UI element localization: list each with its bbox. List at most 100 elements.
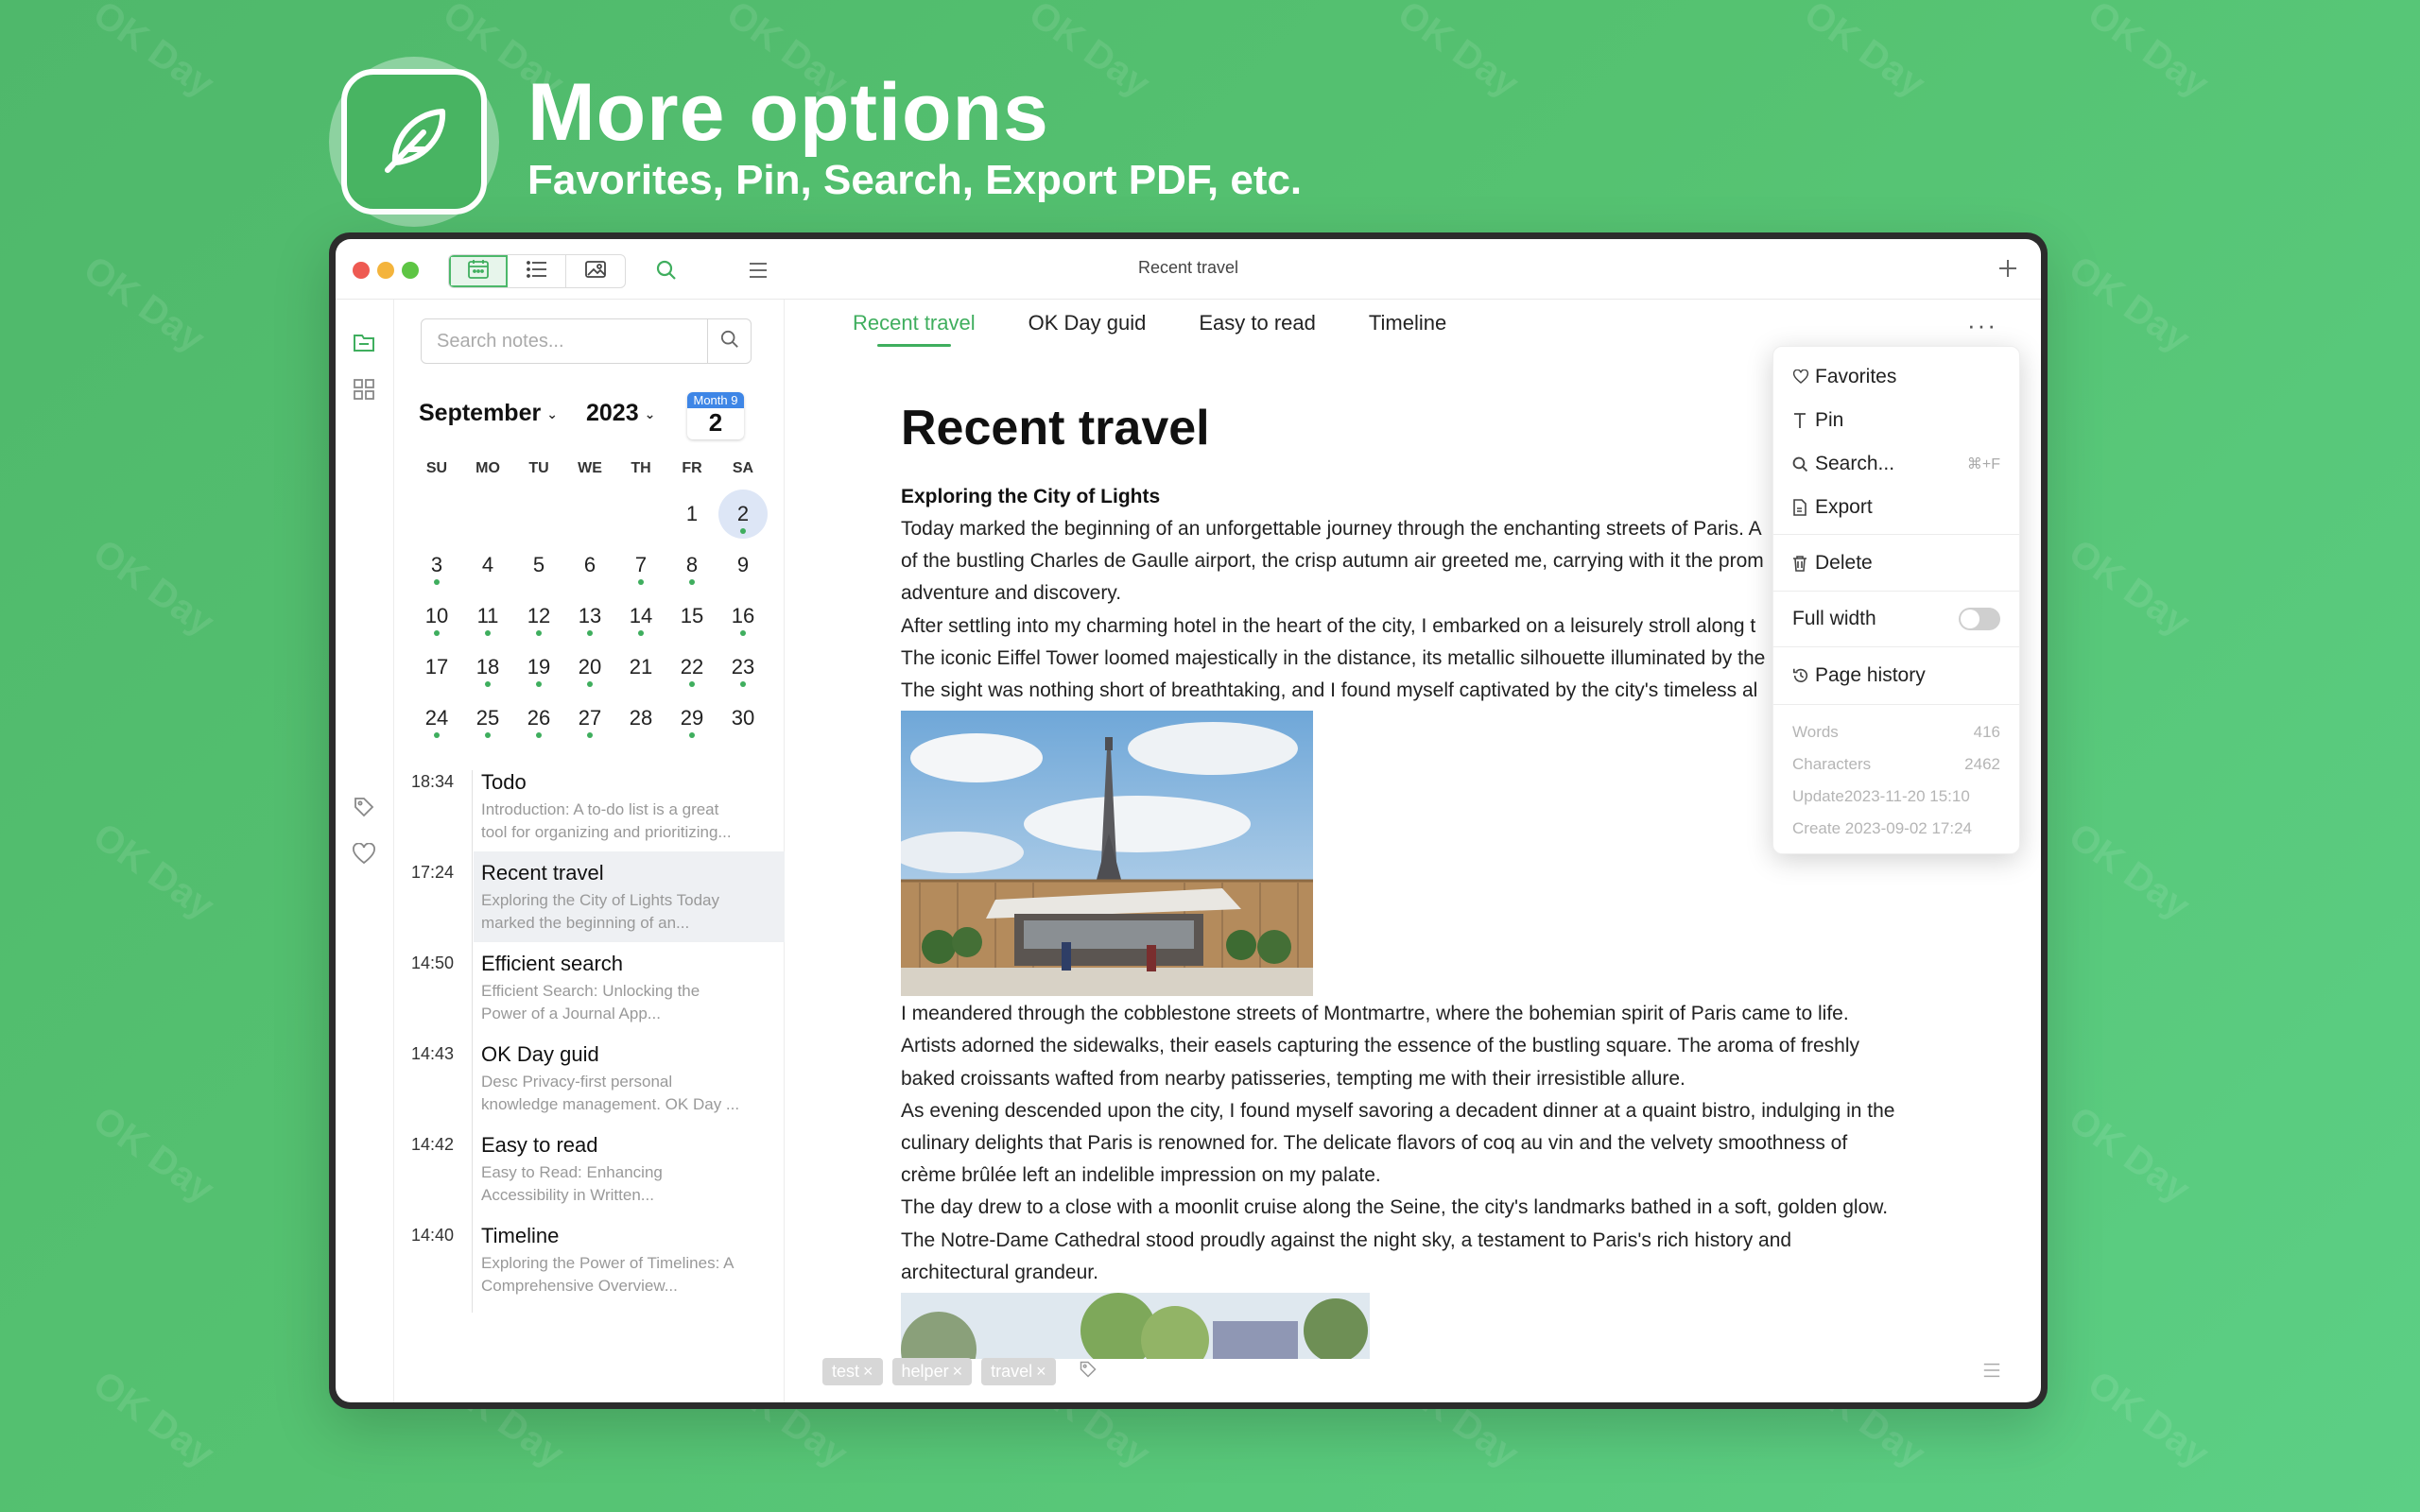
calendar-day[interactable]: 23: [717, 642, 769, 693]
calendar-day[interactable]: 6: [564, 540, 615, 591]
note-preview-line: Desc Privacy-first personal: [481, 1073, 673, 1091]
document-text-line: adventure and discovery.: [901, 582, 1122, 605]
calendar-day[interactable]: 4: [462, 540, 513, 591]
note-list-item[interactable]: 14:50 Efficient search Efficient Search: U…: [394, 942, 785, 1033]
note-preview-line: Exploring the Power of Timelines: A: [481, 1254, 735, 1272]
calendar-day[interactable]: 30: [717, 693, 769, 744]
menu-item-favorites[interactable]: Favorites: [1792, 363, 2000, 391]
calendar-day[interactable]: 24: [411, 693, 462, 744]
menu-divider: [1773, 591, 2019, 592]
note-list-item[interactable]: 17:24 Recent travel Exploring the City of …: [411, 851, 785, 942]
calendar-day-number: 11: [476, 604, 499, 627]
month-label: September: [419, 400, 542, 426]
calendar-day[interactable]: 9: [717, 540, 769, 591]
close-icon[interactable]: ×: [863, 1362, 873, 1381]
calendar-day[interactable]: 15: [666, 591, 717, 642]
calendar-day[interactable]: 14: [615, 591, 666, 642]
feather-icon: [341, 69, 487, 215]
note-list-item[interactable]: 14:40 Timeline Exploring the Power of Time…: [394, 1214, 785, 1305]
calendar-day[interactable]: 27: [564, 693, 615, 744]
menu-item-delete[interactable]: Delete: [1792, 549, 2000, 577]
document-text-line: Today marked the beginning of an unforge…: [901, 518, 1762, 540]
calendar-day[interactable]: 1: [666, 489, 717, 540]
search-notes-input[interactable]: [422, 319, 707, 363]
add-note-button[interactable]: [1994, 256, 2022, 284]
month-select[interactable]: September ⌄: [419, 400, 558, 427]
paragraph-2: I meandered through the cobblestone stre…: [901, 998, 1922, 1289]
note-time: 14:42: [411, 1135, 455, 1154]
calendar-day[interactable]: 13: [564, 591, 615, 642]
calendar-day[interactable]: 5: [513, 540, 564, 591]
tag-icon[interactable]: [350, 793, 378, 821]
calendar-day[interactable]: 3: [411, 540, 462, 591]
menu-item-pin[interactable]: Pin: [1792, 406, 2000, 435]
notes-folder-icon[interactable]: [350, 328, 378, 356]
calendar-day[interactable]: 16: [717, 591, 769, 642]
note-list-item[interactable]: 14:43 OK Day guid Desc Privacy-first perso…: [394, 1033, 785, 1124]
close-icon[interactable]: ×: [953, 1362, 963, 1381]
favorites-label: Favorites: [1815, 366, 1897, 387]
tag-chip[interactable]: travel ×: [981, 1358, 1056, 1385]
search-notes-button[interactable]: [707, 319, 751, 363]
calendar-day[interactable]: 29: [666, 693, 717, 744]
menu-item-export[interactable]: Export: [1792, 493, 2000, 522]
note-tab[interactable]: Timeline: [1369, 311, 1446, 347]
heart-icon[interactable]: [350, 840, 378, 868]
calendar-day[interactable]: 10: [411, 591, 462, 642]
calendar-blank: [615, 489, 666, 540]
note-tab[interactable]: OK Day guid: [1028, 311, 1147, 347]
calendar-day[interactable]: 22: [666, 642, 717, 693]
characters-value: 2462: [1964, 755, 2000, 773]
stat-update: Update 2023-11-20 15:10: [1792, 787, 2000, 806]
document-text-line: The Notre-Dame Cathedral stood proudly a…: [901, 1228, 1792, 1251]
watermark-text: OK Day: [2061, 248, 2198, 361]
watermark-text: OK Day: [85, 0, 222, 106]
year-select[interactable]: 2023 ⌄: [586, 400, 655, 427]
note-tab[interactable]: Recent travel: [853, 311, 976, 347]
note-preview-line: marked the beginning of an...: [481, 914, 690, 932]
note-list-item[interactable]: 14:42 Easy to read Easy to Read: Enhancing…: [394, 1124, 785, 1214]
note-tab[interactable]: Easy to read: [1199, 311, 1316, 347]
weekday-label: FR: [682, 460, 702, 476]
menu-divider: [1773, 534, 2019, 535]
update-value: 2023-11-20 15:10: [1843, 787, 1970, 805]
more-options-button[interactable]: ···: [1967, 311, 1997, 340]
calendar-day[interactable]: 21: [615, 642, 666, 693]
close-icon[interactable]: ×: [1036, 1362, 1046, 1381]
update-label: Update: [1792, 787, 1844, 805]
chevron-down-icon: ⌄: [546, 405, 558, 421]
note-list-item[interactable]: 18:34 Todo Introduction: A to-do list is a…: [394, 761, 785, 851]
document-title: Recent travel: [901, 401, 1210, 455]
note-list: 18:34 Todo Introduction: A to-do list is a…: [394, 761, 785, 1305]
note-time: 17:24: [411, 863, 455, 882]
calendar-day[interactable]: 11: [462, 591, 513, 642]
calendar-day[interactable]: 17: [411, 642, 462, 693]
calendar-day[interactable]: 18: [462, 642, 513, 693]
tag-chip[interactable]: helper ×: [891, 1358, 973, 1385]
calendar-day[interactable]: 19: [513, 642, 564, 693]
note-title: Easy to read: [481, 1133, 598, 1157]
full-width-toggle[interactable]: [1959, 608, 2000, 630]
characters-label: Characters: [1792, 755, 1872, 773]
calendar-day[interactable]: 12: [513, 591, 564, 642]
calendar-day-number: 24: [424, 706, 449, 730]
menu-icon[interactable]: [1980, 1359, 2003, 1382]
calendar-day[interactable]: 28: [615, 693, 666, 744]
menu-item-page-history[interactable]: Page history: [1792, 662, 2000, 690]
calendar-day[interactable]: 20: [564, 642, 615, 693]
document-icon: [1792, 499, 1815, 516]
watermark-text: OK Day: [2061, 531, 2198, 644]
menu-item-search[interactable]: Search... ⌘+F: [1792, 450, 2000, 478]
calendar-day[interactable]: 25: [462, 693, 513, 744]
tag-chip[interactable]: test ×: [822, 1358, 883, 1385]
calendar-day[interactable]: 26: [513, 693, 564, 744]
calendar-day-number: 19: [527, 655, 551, 679]
calendar-day-number: 10: [424, 604, 449, 627]
add-tag-icon[interactable]: [1079, 1360, 1098, 1383]
today-button[interactable]: Month 9 2: [687, 392, 744, 439]
menu-divider: [1773, 646, 2019, 647]
calendar-day[interactable]: 7: [615, 540, 666, 591]
calendar-day[interactable]: 2: [717, 489, 769, 540]
calendar-day[interactable]: 8: [666, 540, 717, 591]
grid-icon[interactable]: [350, 375, 378, 404]
